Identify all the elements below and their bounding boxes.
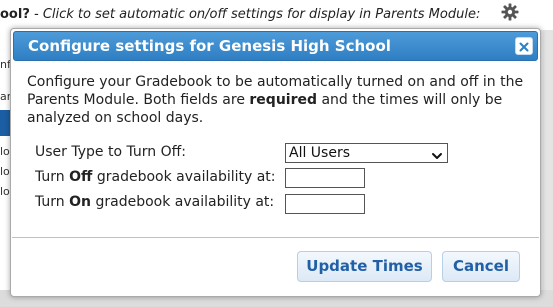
turn-on-label: Turn On gradebook availability at: xyxy=(35,194,274,210)
dialog-title: Configure settings for Genesis High Scho… xyxy=(28,37,391,55)
dialog-titlebar[interactable]: Configure settings for Genesis High Scho… xyxy=(13,31,538,61)
turn-off-label: Turn Off gradebook availability at: xyxy=(35,169,276,185)
turn-on-label-prefix: Turn xyxy=(35,194,70,210)
close-button[interactable] xyxy=(515,37,533,55)
turn-off-label-suffix: gradebook availability at: xyxy=(92,169,276,185)
turn-off-label-emphasis: Off xyxy=(69,169,93,185)
chevron-down-icon xyxy=(431,148,443,159)
dialog-divider xyxy=(12,237,539,238)
background-header: ool? - Click to set automatic on/off set… xyxy=(0,0,553,30)
user-type-select[interactable]: All Users xyxy=(285,143,448,163)
turn-off-label-prefix: Turn xyxy=(35,169,70,185)
intro-text-required: required xyxy=(249,92,318,108)
configure-settings-dialog: Configure settings for Genesis High Scho… xyxy=(10,28,541,297)
cancel-button[interactable]: Cancel xyxy=(442,251,520,282)
background-header-hint: - Click to set automatic on/off settings… xyxy=(29,7,481,22)
user-type-label: User Type to Turn Off: xyxy=(35,144,186,160)
turn-on-label-emphasis: On xyxy=(69,194,92,210)
background-header-prefix: ool? xyxy=(0,7,30,22)
update-times-button[interactable]: Update Times xyxy=(297,251,432,282)
background-right-strip xyxy=(543,30,553,307)
turn-on-time-input[interactable] xyxy=(285,194,365,214)
gear-icon[interactable] xyxy=(500,3,520,23)
turn-on-label-suffix: gradebook availability at: xyxy=(91,194,275,210)
user-type-selected-value: All Users xyxy=(289,145,351,161)
intro-text: Configure your Gradebook to be automatic… xyxy=(27,74,523,126)
dialog-intro: Configure your Gradebook to be automatic… xyxy=(27,73,527,127)
close-icon xyxy=(519,37,529,56)
turn-off-time-input[interactable] xyxy=(285,168,365,188)
